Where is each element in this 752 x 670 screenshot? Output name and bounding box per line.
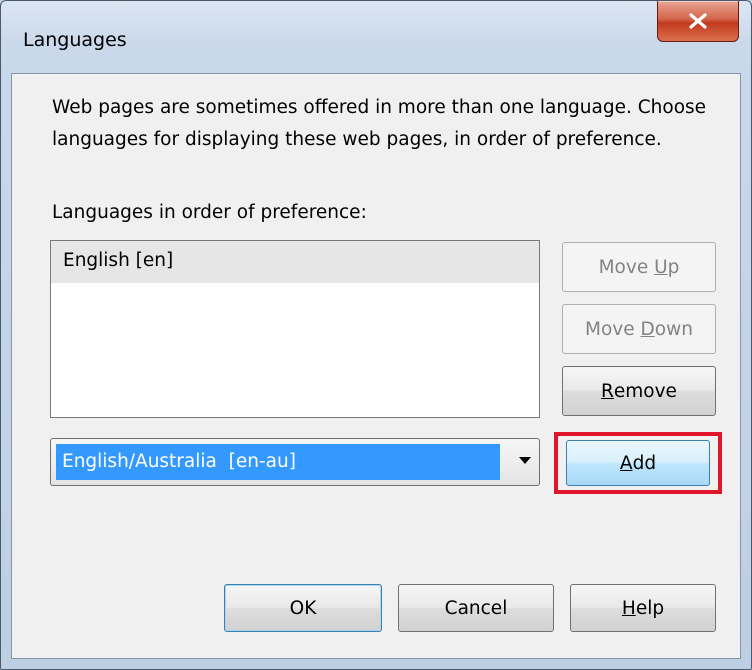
- remove-label-post: emove: [613, 380, 677, 402]
- help-label-post: elp: [635, 597, 665, 619]
- window-title: Languages: [23, 29, 127, 51]
- add-button[interactable]: Add: [566, 440, 710, 486]
- language-select[interactable]: English/Australia [en-au]: [50, 438, 540, 486]
- list-item[interactable]: English [en]: [51, 241, 539, 283]
- move-down-label-post: own: [654, 318, 693, 340]
- add-accesskey: A: [619, 452, 633, 474]
- description-text: Web pages are sometimes offered in more …: [52, 97, 707, 150]
- close-button[interactable]: [657, 1, 739, 42]
- ok-button[interactable]: OK: [224, 584, 382, 632]
- title-bar[interactable]: Languages: [1, 1, 751, 75]
- move-down-button[interactable]: Move Down: [562, 304, 716, 354]
- languages-dialog: Languages Web pages are sometimes offere…: [0, 0, 752, 670]
- remove-button[interactable]: Remove: [562, 366, 716, 416]
- dialog-content: Web pages are sometimes offered in more …: [11, 73, 741, 659]
- move-up-button[interactable]: Move Up: [562, 242, 716, 292]
- languages-listbox[interactable]: English [en]: [50, 240, 540, 418]
- cancel-button[interactable]: Cancel: [398, 584, 554, 632]
- help-accesskey: H: [621, 597, 636, 619]
- help-button[interactable]: Help: [570, 584, 716, 632]
- move-down-label-pre: Move: [585, 318, 641, 340]
- move-up-accesskey: U: [654, 256, 668, 278]
- move-up-label-pre: Move: [598, 256, 655, 278]
- add-label-post: dd: [632, 452, 657, 474]
- language-select-value: English/Australia [en-au]: [56, 444, 500, 480]
- move-down-accesskey: D: [640, 318, 655, 340]
- chevron-down-icon[interactable]: [519, 457, 531, 464]
- remove-accesskey: R: [601, 380, 614, 402]
- move-up-label-post: p: [667, 256, 680, 278]
- close-x-icon: [689, 13, 707, 29]
- languages-list-label: Languages in order of preference:: [52, 202, 367, 223]
